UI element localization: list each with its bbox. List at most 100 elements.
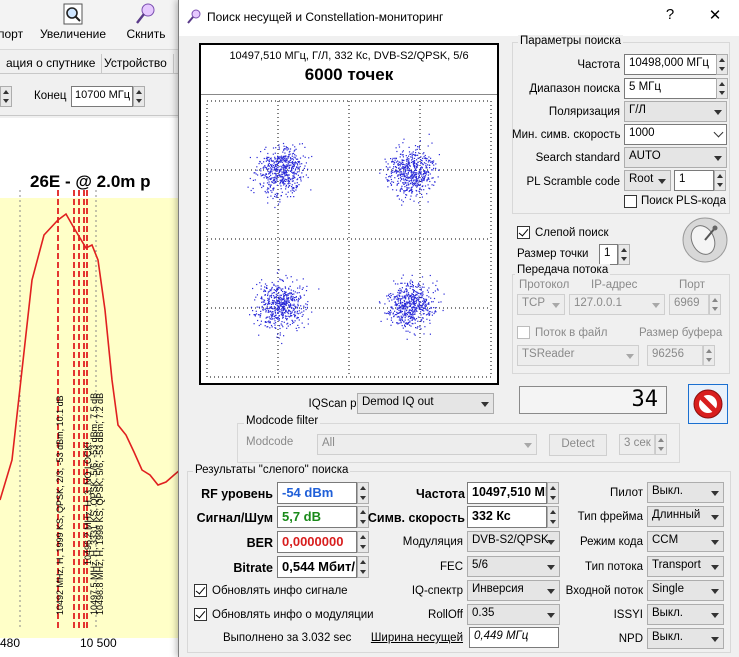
constellation-point <box>385 161 387 163</box>
npd-select[interactable]: Выкл. <box>647 628 724 649</box>
pls-search-checkbox[interactable] <box>624 195 637 208</box>
constellation-point <box>390 171 392 173</box>
buffer-size-stepper[interactable] <box>703 345 715 366</box>
app-select[interactable]: TSReader <box>517 345 639 366</box>
search-range-input[interactable]: 5 МГц <box>624 78 717 99</box>
constellation-point <box>295 148 297 150</box>
constellation-point <box>297 158 299 160</box>
constellation-point <box>284 315 287 317</box>
tab-device[interactable]: Устройство <box>98 54 174 74</box>
file-stream-checkbox[interactable] <box>517 326 530 339</box>
constellation-point <box>273 306 275 308</box>
code-mode-value: CCM <box>652 534 679 546</box>
constellation-point <box>280 301 282 303</box>
constellation-point <box>293 187 295 189</box>
constellation-point <box>407 316 409 318</box>
protocol-select[interactable]: TCP <box>517 294 565 315</box>
constellation-point <box>288 297 290 299</box>
frame-type-select[interactable]: Длинный <box>647 506 724 527</box>
search-standard-select[interactable]: AUTO <box>624 147 727 168</box>
detect-button[interactable]: Detect <box>549 434 607 456</box>
stream-type-select[interactable]: Transport <box>647 556 724 577</box>
constellation-point <box>420 306 422 308</box>
port-input[interactable]: 6969 <box>669 294 709 315</box>
point-size-input[interactable]: 1 <box>599 244 618 265</box>
constellation-point <box>406 338 408 340</box>
constellation-point <box>398 297 400 299</box>
export-button[interactable]: порт <box>0 0 32 48</box>
zoom-button[interactable]: Увеличение <box>38 0 108 48</box>
constellation-point <box>415 298 417 300</box>
constellation-point <box>282 155 284 158</box>
constellation-point <box>274 157 276 160</box>
bandwidth-link[interactable]: Ширина несущей <box>365 632 463 644</box>
constellation-point <box>262 309 264 311</box>
update-signal-checkbox[interactable] <box>194 584 207 597</box>
constellation-point <box>276 168 278 170</box>
constellation-point <box>285 186 287 188</box>
pl-scramble-code-input[interactable]: 1 <box>674 170 714 191</box>
pilot-select[interactable]: Выкл. <box>647 482 724 503</box>
constellation-point <box>267 293 269 295</box>
constellation-point <box>414 164 416 167</box>
constellation-point <box>281 180 283 182</box>
result-frequency-stepper[interactable] <box>547 482 559 504</box>
constellation-point <box>404 312 406 314</box>
rf-level-stepper[interactable] <box>357 482 369 504</box>
constellation-point <box>291 161 294 163</box>
update-modulation-checkbox[interactable] <box>194 608 207 621</box>
issyi-select[interactable]: Выкл. <box>647 604 724 625</box>
buffer-size-input[interactable]: 96256 <box>647 345 703 366</box>
polarization-select[interactable]: Г/Л <box>624 101 727 122</box>
ip-select[interactable]: 127.0.0.1 <box>569 294 665 315</box>
constellation-point <box>412 294 414 296</box>
tab-satellite-info[interactable]: ация о спутнике <box>0 54 103 74</box>
constellation-point <box>425 314 428 316</box>
iqscan-select[interactable]: Demod IQ out <box>357 393 494 414</box>
port-stepper[interactable] <box>709 294 721 315</box>
code-mode-select[interactable]: CCM <box>647 531 724 552</box>
scan-button[interactable]: Скнить <box>118 0 174 48</box>
fec-select[interactable]: 5/6 <box>467 556 560 577</box>
close-button[interactable]: ✕ <box>700 6 730 24</box>
constellation-point <box>259 160 261 163</box>
constellation-point <box>264 165 266 167</box>
min-symbol-rate-select[interactable]: 1000 <box>624 124 727 145</box>
constellation-point <box>287 309 290 311</box>
constellation-point <box>297 166 299 168</box>
result-symbol-rate-stepper[interactable] <box>547 506 559 528</box>
interval-stepper[interactable] <box>655 434 667 455</box>
modulation-select[interactable]: DVB-S2/QPSK <box>467 531 560 552</box>
end-frequency-field[interactable]: 10700 МГц <box>71 86 133 107</box>
modcode-select[interactable]: All <box>317 434 537 455</box>
constellation-point <box>275 160 277 162</box>
constellation-point <box>404 164 406 166</box>
rolloff-select[interactable]: 0.35 <box>467 604 560 625</box>
constellation-point <box>407 166 409 168</box>
input-stream-select[interactable]: Single <box>647 580 724 601</box>
stop-button[interactable] <box>688 384 728 424</box>
end-frequency-stepper[interactable] <box>133 86 145 107</box>
constellation-point <box>400 171 403 173</box>
constellation-point <box>387 169 389 171</box>
constellation-plot <box>206 100 492 378</box>
blind-search-checkbox[interactable] <box>517 226 530 239</box>
satellite-dish-icon[interactable] <box>681 216 729 264</box>
point-size-stepper[interactable] <box>618 244 630 265</box>
constellation-point <box>270 324 273 327</box>
constellation-point <box>306 304 308 306</box>
frequency-stepper[interactable] <box>716 54 728 75</box>
start-stepper[interactable] <box>0 86 12 107</box>
constellation-point <box>397 307 400 309</box>
pl-scramble-code-stepper[interactable] <box>714 170 726 191</box>
constellation-point <box>289 148 292 150</box>
constellation-point <box>260 151 262 153</box>
help-button[interactable]: ? <box>655 6 685 23</box>
iq-spectrum-select[interactable]: Инверсия <box>467 580 560 601</box>
constellation-point <box>434 181 436 183</box>
pl-scramble-mode-select[interactable]: Root <box>624 170 671 191</box>
frequency-input[interactable]: 10498,000 МГц <box>624 54 717 75</box>
interval-input[interactable]: 3 сек <box>619 434 655 455</box>
search-range-stepper[interactable] <box>716 78 728 99</box>
constellation-point <box>418 298 420 300</box>
